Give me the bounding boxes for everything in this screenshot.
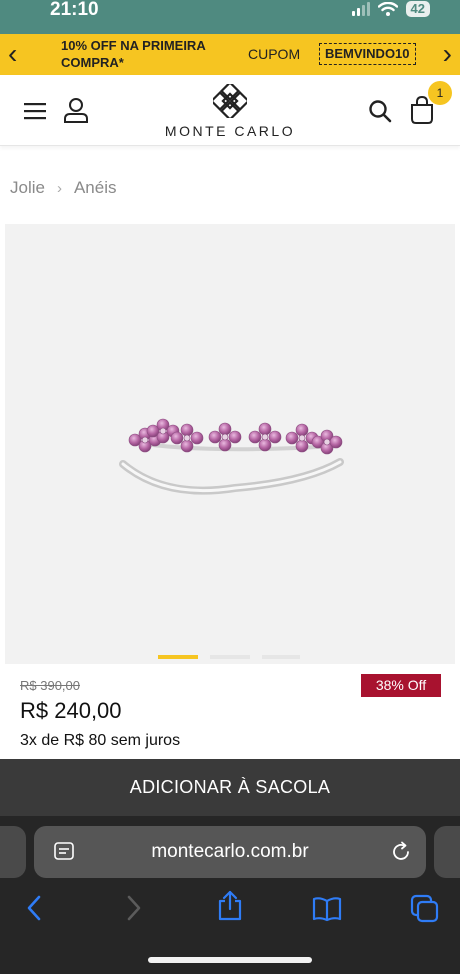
breadcrumb-separator-icon: › <box>56 179 62 197</box>
carousel-dot[interactable] <box>210 655 250 659</box>
ring-image <box>119 418 344 495</box>
cart-count-badge: 1 <box>428 81 452 105</box>
signal-icon <box>351 2 370 16</box>
address-bar[interactable]: montecarlo.com.br <box>34 826 426 878</box>
next-tab-preview[interactable] <box>434 826 460 878</box>
breadcrumb: Jolie › Anéis <box>10 178 117 198</box>
previous-tab-preview[interactable] <box>0 826 26 878</box>
share-icon[interactable] <box>216 890 244 922</box>
status-time: 21:10 <box>50 0 99 20</box>
user-icon[interactable] <box>63 97 89 123</box>
current-price: R$ 240,00 <box>20 698 122 723</box>
product-image[interactable] <box>5 224 455 664</box>
bookmarks-icon[interactable] <box>312 896 342 922</box>
breadcrumb-item-aneis[interactable]: Anéis <box>74 178 117 198</box>
back-icon[interactable] <box>24 894 44 922</box>
url-text[interactable]: montecarlo.com.br <box>34 826 426 878</box>
battery-icon: 42 <box>405 1 430 17</box>
home-indicator[interactable] <box>148 957 312 963</box>
promo-text: 10% OFF NA PRIMEIRA COMPRA* <box>61 38 206 70</box>
discount-badge: 38% Off <box>361 674 441 697</box>
promo-prev-icon[interactable]: ‹ <box>8 37 17 71</box>
browser-toolbar: montecarlo.com.br <box>0 816 460 974</box>
status-bar: 21:10 42 <box>0 0 460 34</box>
coupon-code[interactable]: BEMVINDO10 <box>319 43 416 65</box>
site-header: MONTE CARLO 1 <box>0 75 460 146</box>
carousel-dot[interactable] <box>262 655 300 659</box>
breadcrumb-item-jolie[interactable]: Jolie <box>10 178 45 198</box>
promo-banner: ‹ 10% OFF NA PRIMEIRA COMPRA* CUPOM BEMV… <box>0 34 460 75</box>
promo-next-icon[interactable]: › <box>443 37 452 71</box>
status-icons: 42 <box>351 1 430 17</box>
installments-text: 3x de R$ 80 sem juros <box>20 732 181 749</box>
tabs-icon[interactable] <box>410 894 440 924</box>
carousel-indicators <box>0 655 460 659</box>
search-icon[interactable] <box>368 99 392 123</box>
reload-icon[interactable] <box>390 841 412 863</box>
add-to-bag-button[interactable]: ADICIONAR À SACOLA <box>0 759 460 816</box>
menu-icon[interactable] <box>24 102 46 120</box>
logo-icon[interactable] <box>213 84 247 118</box>
forward-icon[interactable] <box>124 894 144 922</box>
logo-text[interactable]: MONTE CARLO <box>0 123 460 139</box>
old-price: R$ 390,00 <box>20 678 80 693</box>
coupon-label: CUPOM <box>248 46 301 62</box>
wifi-icon <box>377 2 398 16</box>
carousel-dot-active[interactable] <box>158 655 198 659</box>
price-card: R$ 390,00 38% Off R$ 240,00 3x de R$ 80 … <box>0 664 460 759</box>
